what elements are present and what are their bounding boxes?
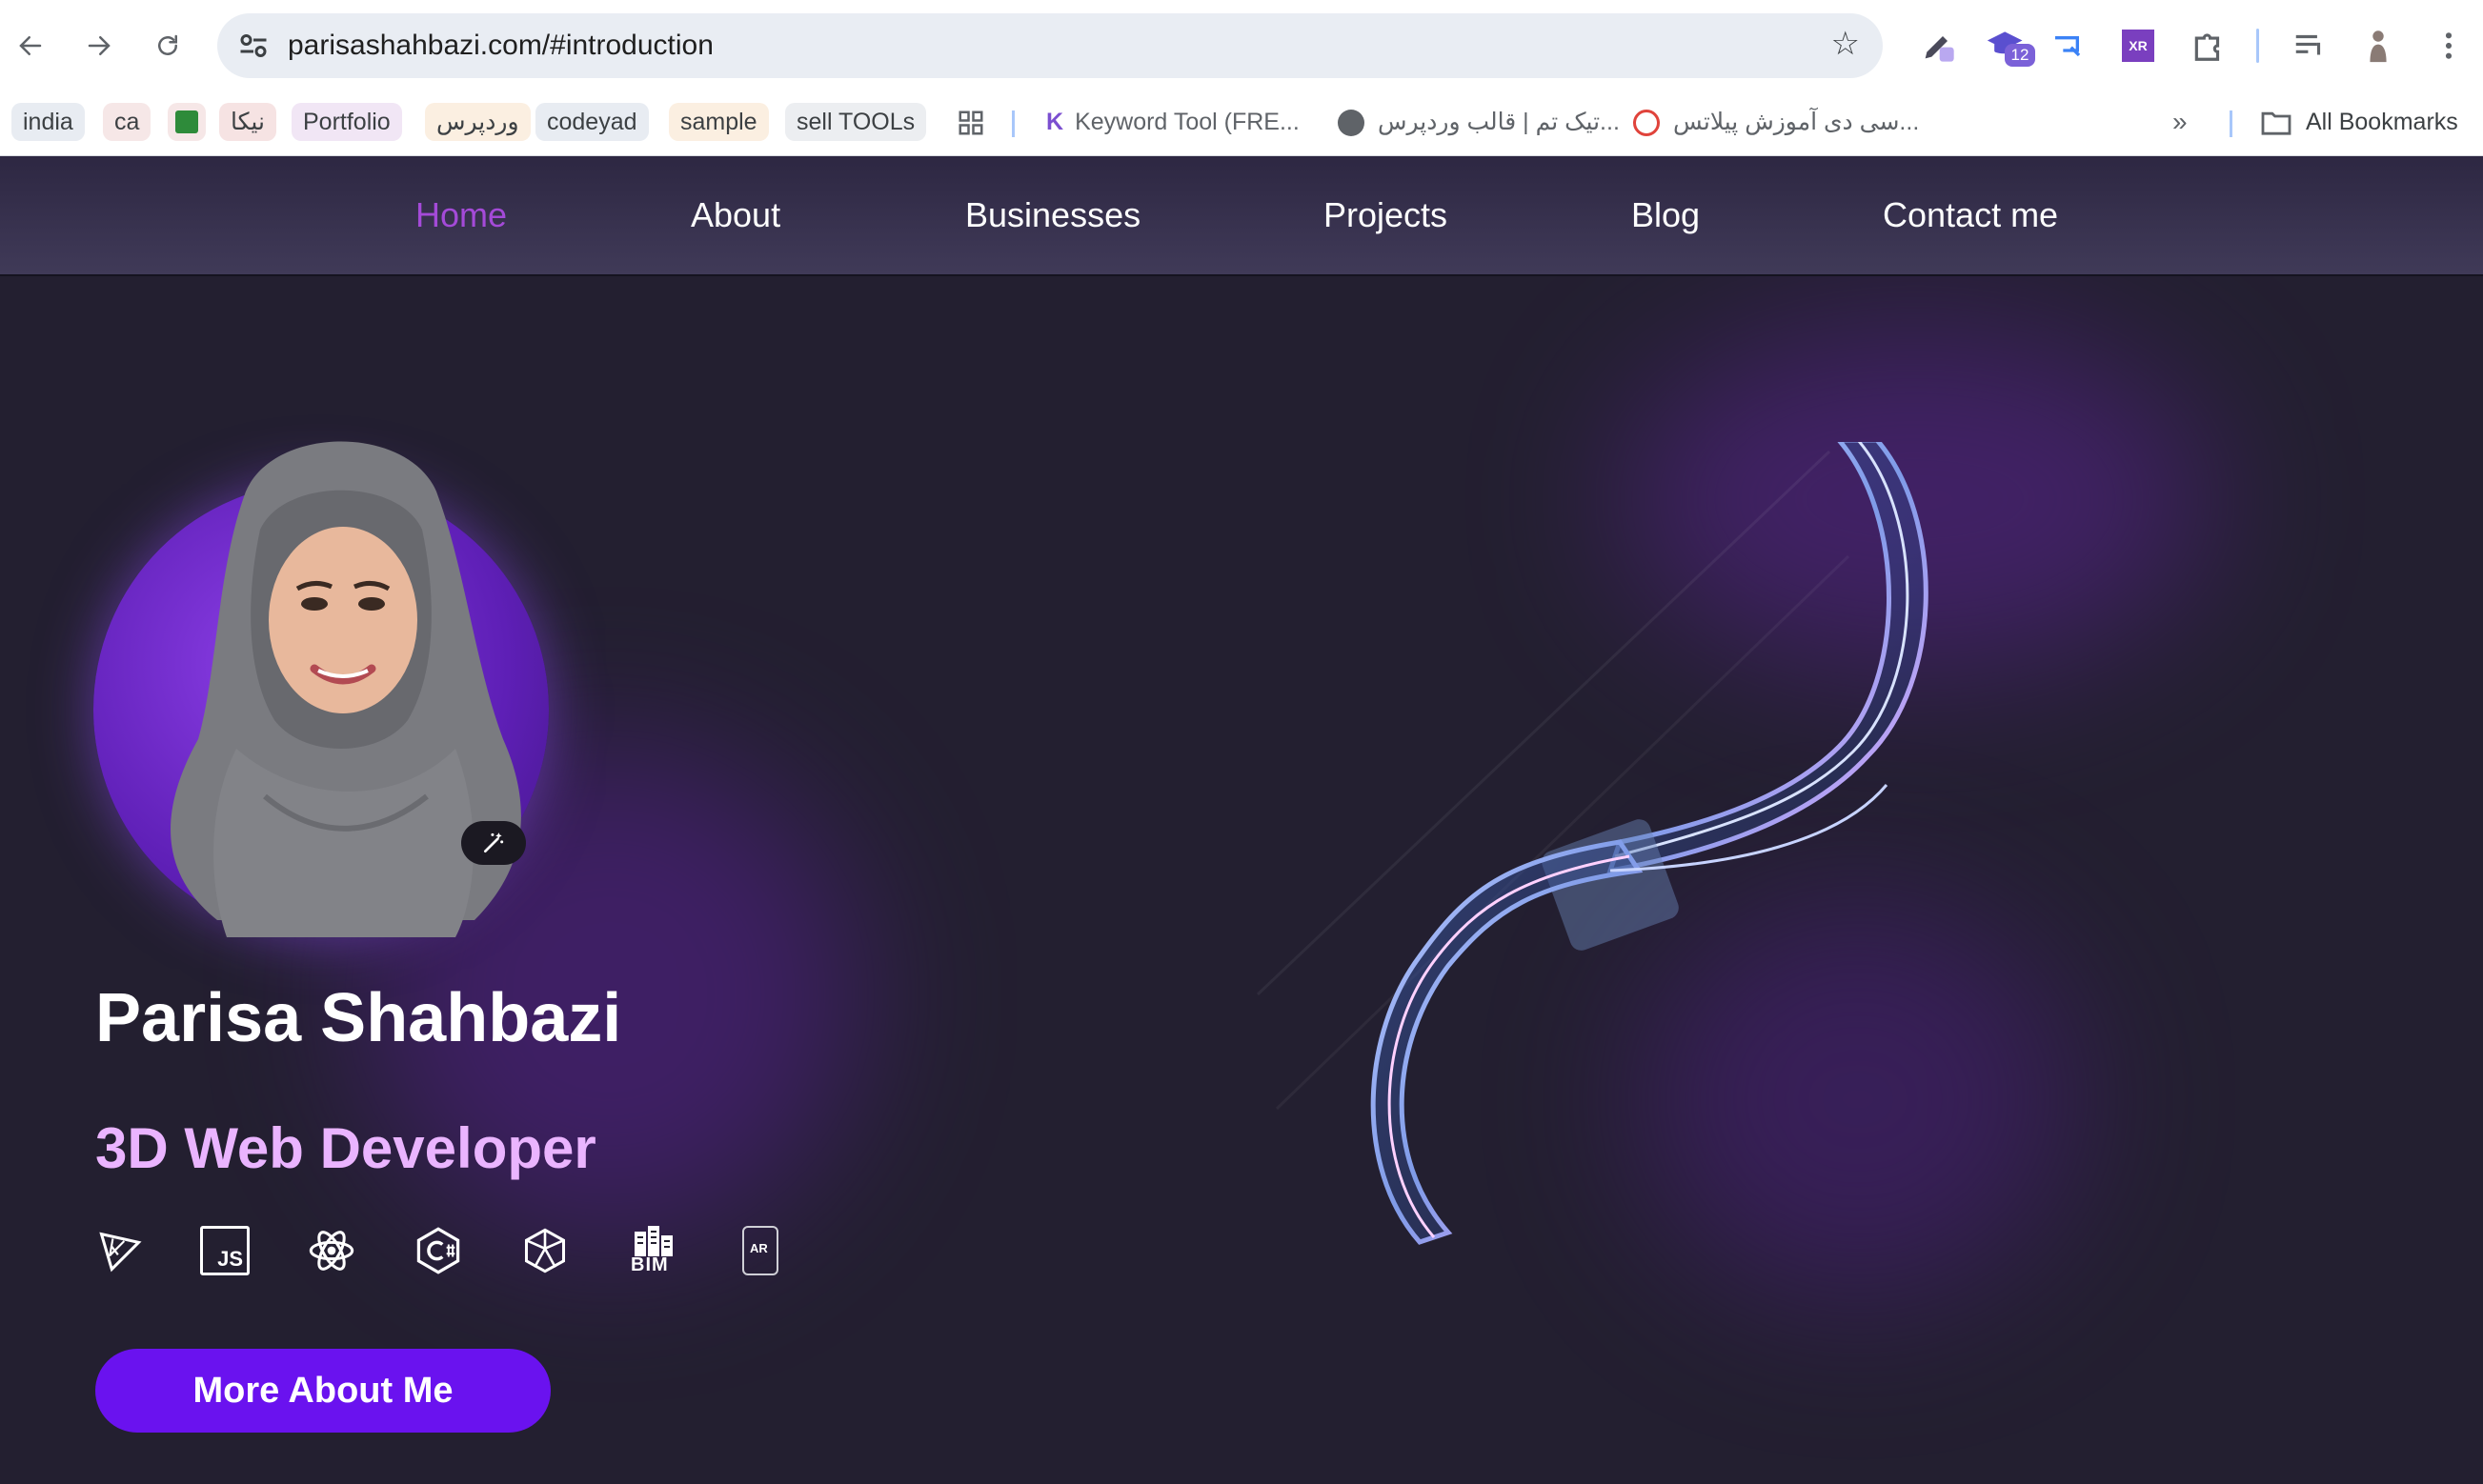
arrow-right-icon — [88, 36, 111, 55]
magic-edit-badge[interactable] — [461, 821, 526, 865]
reload-button[interactable] — [145, 23, 191, 69]
back-button[interactable] — [8, 23, 53, 69]
address-bar[interactable]: parisashahbazi.com/#introduction ☆ — [217, 13, 1883, 78]
csharp-icon — [416, 1227, 460, 1274]
bookmark-star-icon[interactable]: ☆ — [1831, 25, 1860, 63]
extension-graduation-icon[interactable]: 12 — [1984, 23, 2035, 69]
profile-avatar-icon[interactable] — [2355, 23, 2401, 69]
nav-businesses[interactable]: Businesses — [965, 192, 1141, 238]
bookmarks-divider — [1012, 110, 1015, 137]
javascript-icon: JS — [200, 1226, 250, 1275]
bookmark-codeyad[interactable]: codeyad — [535, 103, 649, 141]
bookmark-keyword-tool[interactable]: K Keyword Tool (FRE... — [1046, 103, 1300, 141]
pilates-site-icon — [1633, 110, 1660, 137]
nav-contact-me[interactable]: Contact me — [1883, 192, 2058, 238]
bookmarks-divider-right — [2230, 110, 2232, 137]
bim-icon: BIM — [629, 1226, 678, 1275]
extensions-puzzle-icon[interactable] — [2186, 23, 2231, 69]
profile-photo — [93, 425, 549, 937]
bookmarks-bar: india ca نیکا Portfolio وردپرس codeyad s… — [0, 99, 2483, 145]
keyword-tool-icon: K — [1046, 109, 1064, 135]
more-bookmarks-chevron-icon[interactable]: » — [2172, 103, 2188, 141]
magic-wand-icon — [483, 832, 504, 853]
apps-grid-icon[interactable] — [957, 109, 985, 147]
bookmark-portfolio[interactable]: Portfolio — [292, 103, 402, 141]
reading-list-icon[interactable] — [2287, 23, 2332, 69]
nav-about[interactable]: About — [691, 192, 780, 238]
extension-pen-icon[interactable] — [1915, 23, 1961, 69]
folder-icon — [2261, 112, 2291, 135]
arrow-left-icon — [19, 36, 42, 55]
more-about-me-button[interactable]: More About Me — [95, 1349, 551, 1433]
bookmark-pilates[interactable]: سی دی آموزش پیلاتس... — [1633, 103, 1919, 141]
forward-button[interactable] — [76, 23, 122, 69]
reload-icon — [158, 34, 177, 55]
nav-blog[interactable]: Blog — [1631, 192, 1700, 238]
globe-icon — [1338, 110, 1364, 137]
bookmark-nika[interactable]: نیکا — [219, 103, 276, 141]
portfolio-page: Home About Businesses Projects Blog Cont… — [0, 156, 2483, 1484]
browser-toolbar: parisashahbazi.com/#introduction ☆ 12 XR — [0, 0, 2483, 91]
site-settings-icon[interactable] — [236, 29, 271, 63]
bookmark-india[interactable]: india — [11, 103, 85, 141]
react-icon — [309, 1231, 354, 1271]
hero-name: Parisa Shahbazi — [95, 980, 622, 1056]
threejs-icon — [99, 1232, 142, 1273]
browser-chrome: parisashahbazi.com/#introduction ☆ 12 XR — [0, 0, 2483, 156]
browser-menu-icon[interactable] — [2426, 23, 2472, 69]
extension-cast-icon[interactable] — [2047, 23, 2092, 69]
extension-xr-icon[interactable]: XR — [2115, 23, 2161, 69]
hero-role: 3D Web Developer — [95, 1116, 596, 1180]
toolbar-divider — [2256, 29, 2259, 63]
url-text[interactable]: parisashahbazi.com/#introduction — [288, 27, 714, 65]
bookmark-green-square[interactable] — [168, 103, 206, 141]
nav-projects[interactable]: Projects — [1323, 192, 1447, 238]
bookmark-sample[interactable]: sample — [669, 103, 769, 141]
bookmark-tiktem[interactable]: تیک تم | قالب وردپرس... — [1338, 103, 1620, 141]
green-square-icon — [175, 110, 198, 133]
unity-icon — [524, 1228, 566, 1273]
extension-badge: 12 — [2005, 44, 2035, 67]
bookmark-wordpress[interactable]: وردپرس — [425, 103, 531, 141]
ar-icon: AR — [742, 1226, 778, 1275]
nav-home[interactable]: Home — [415, 192, 507, 238]
bookmark-sell-tools[interactable]: sell TOOLs — [785, 103, 927, 141]
all-bookmarks[interactable]: All Bookmarks — [2260, 103, 2458, 141]
site-navigation: Home About Businesses Projects Blog Cont… — [0, 156, 2483, 276]
bookmark-ca[interactable]: ca — [103, 103, 151, 141]
hero-3d-ribbon-graphic — [1256, 442, 1928, 1245]
